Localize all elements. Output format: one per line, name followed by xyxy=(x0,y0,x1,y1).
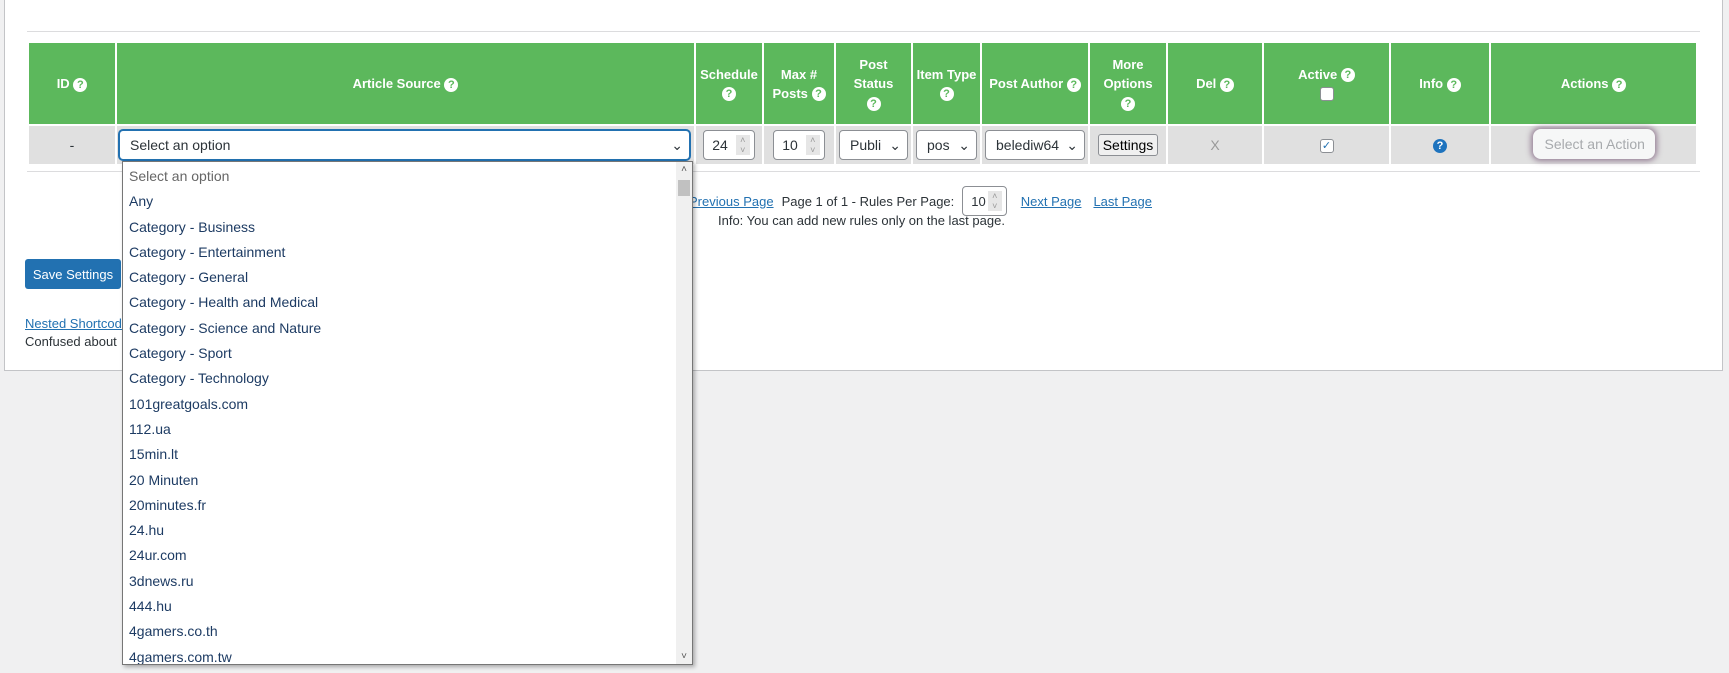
dropdown-option[interactable]: 24.hu xyxy=(123,518,692,543)
dropdown-option[interactable]: Category - Technology xyxy=(123,366,692,391)
dropdown-option[interactable]: Category - General xyxy=(123,265,692,290)
scroll-down-icon[interactable]: ˅ xyxy=(676,651,692,662)
item-type-select[interactable]: pos ⌄ xyxy=(916,130,977,160)
nested-shortcodes-link[interactable]: Nested Shortcodes xyxy=(25,316,136,331)
help-text: Confused about xyxy=(25,334,117,349)
schedule-input[interactable]: 24 ˄ ˅ xyxy=(703,130,755,160)
dropdown-option[interactable]: Category - Health and Medical xyxy=(123,290,692,315)
article-source-dropdown-list[interactable]: Select an option Any Category - Business Ca… xyxy=(122,161,693,665)
header-article-source: Article Source ? xyxy=(117,43,694,124)
dropdown-option[interactable]: 3dnews.ru xyxy=(123,569,692,594)
select-all-checkbox[interactable] xyxy=(1319,87,1334,102)
rules-table: ID ? Article Source ? Schedule? Max # Po… xyxy=(27,41,1698,166)
dropdown-option[interactable]: 112.ua xyxy=(123,417,692,442)
help-icon[interactable]: ? xyxy=(1612,77,1627,92)
max-posts-input[interactable]: 10 ˄ ˅ xyxy=(773,130,825,160)
header-item-type: Item Type ? xyxy=(913,43,980,124)
page-status: Page 1 of 1 - Rules Per Page: xyxy=(781,193,955,209)
help-icon[interactable]: ? xyxy=(1446,77,1461,92)
post-status-select[interactable]: Publi ⌄ xyxy=(839,130,908,160)
help-icon[interactable]: ? xyxy=(1066,77,1081,92)
dropdown-option[interactable]: Select an option xyxy=(123,164,692,189)
dropdown-option[interactable]: 20 Minuten xyxy=(123,468,692,493)
article-source-select[interactable]: Select an option ⌄ xyxy=(119,130,690,160)
rules-per-page-input[interactable]: 10 ˄ ˅ xyxy=(962,186,1007,216)
previous-page-link[interactable]: Previous Page xyxy=(689,194,774,209)
table-header-row: ID ? Article Source ? Schedule? Max # Po… xyxy=(29,43,1696,124)
chevron-down-icon: ⌄ xyxy=(958,136,970,153)
save-settings-button[interactable]: Save Settings xyxy=(25,259,121,289)
delete-button[interactable]: X xyxy=(1168,126,1262,164)
help-icon[interactable]: ? xyxy=(73,77,88,92)
dropdown-option[interactable]: Category - Sport xyxy=(123,341,692,366)
help-icon[interactable]: ? xyxy=(866,96,881,111)
help-icon[interactable]: ? xyxy=(811,87,826,102)
dropdown-option[interactable]: 101greatgoals.com xyxy=(123,392,692,417)
header-del: Del ? xyxy=(1168,43,1262,124)
header-active: Active ? xyxy=(1264,43,1389,124)
help-icon[interactable]: ? xyxy=(444,77,459,92)
scroll-up-icon[interactable]: ˄ xyxy=(676,164,692,175)
dropdown-option[interactable]: Category - Entertainment xyxy=(123,240,692,265)
dropdown-option[interactable]: Category - Science and Nature xyxy=(123,316,692,341)
table-row: - Select an option ⌄ 24 ˄ ˅ 10 ˄ ˅ Publi ⌄ pos… xyxy=(29,126,1696,164)
dropdown-option[interactable]: 4gamers.com.tw xyxy=(123,645,692,664)
pagination: Previous Page Page 1 of 1 - Rules Per Pa… xyxy=(689,186,1152,216)
scrollbar-thumb[interactable] xyxy=(678,180,690,196)
spinner-icon[interactable]: ˄ ˅ xyxy=(735,135,750,155)
settings-button[interactable]: Settings xyxy=(1097,134,1159,156)
dropdown-option[interactable]: Any xyxy=(123,189,692,214)
help-icon[interactable]: ? xyxy=(939,87,954,102)
scrollbar[interactable]: ˄ ˅ xyxy=(676,162,692,664)
dropdown-option[interactable]: Category - Business xyxy=(123,215,692,240)
header-post-status: Post Status? xyxy=(836,43,911,124)
help-icon[interactable]: ? xyxy=(1219,77,1234,92)
dropdown-option[interactable]: 20minutes.fr xyxy=(123,493,692,518)
help-icon[interactable]: ? xyxy=(1340,68,1355,83)
actions-select[interactable]: Select an Action xyxy=(1532,128,1655,159)
next-page-link[interactable]: Next Page xyxy=(1021,194,1082,209)
header-schedule: Schedule? xyxy=(696,43,762,124)
header-id: ID ? xyxy=(29,43,115,124)
post-author-select[interactable]: belediw64 ⌄ xyxy=(985,130,1085,160)
rule-id: - xyxy=(29,126,115,164)
chevron-down-icon: ⌄ xyxy=(671,136,683,153)
info-text: Info: You can add new rules only on the … xyxy=(718,213,1005,228)
dropdown-option[interactable]: 24ur.com xyxy=(123,543,692,568)
chevron-down-icon: ⌄ xyxy=(889,136,901,153)
header-info: Info ? xyxy=(1391,43,1489,124)
header-actions: Actions ? xyxy=(1491,43,1696,124)
header-max-posts: Max # Posts ? xyxy=(764,43,834,124)
spinner-icon[interactable]: ˄ ˅ xyxy=(805,135,820,155)
active-checkbox[interactable]: ✓ xyxy=(1319,139,1334,154)
last-page-link[interactable]: Last Page xyxy=(1093,194,1152,209)
dropdown-option[interactable]: 444.hu xyxy=(123,594,692,619)
dropdown-option[interactable]: 4gamers.co.th xyxy=(123,619,692,644)
help-icon[interactable]: ? xyxy=(1121,96,1135,111)
spinner-icon[interactable]: ˄ ˅ xyxy=(987,191,1002,211)
header-more-options: More Options? xyxy=(1090,43,1166,124)
divider xyxy=(27,31,1700,32)
chevron-down-icon: ⌄ xyxy=(1066,136,1078,153)
help-icon[interactable]: ? xyxy=(722,87,736,102)
header-post-author: Post Author ? xyxy=(982,43,1088,124)
dropdown-option[interactable]: 15min.lt xyxy=(123,442,692,467)
info-icon[interactable]: ? xyxy=(1433,139,1447,154)
